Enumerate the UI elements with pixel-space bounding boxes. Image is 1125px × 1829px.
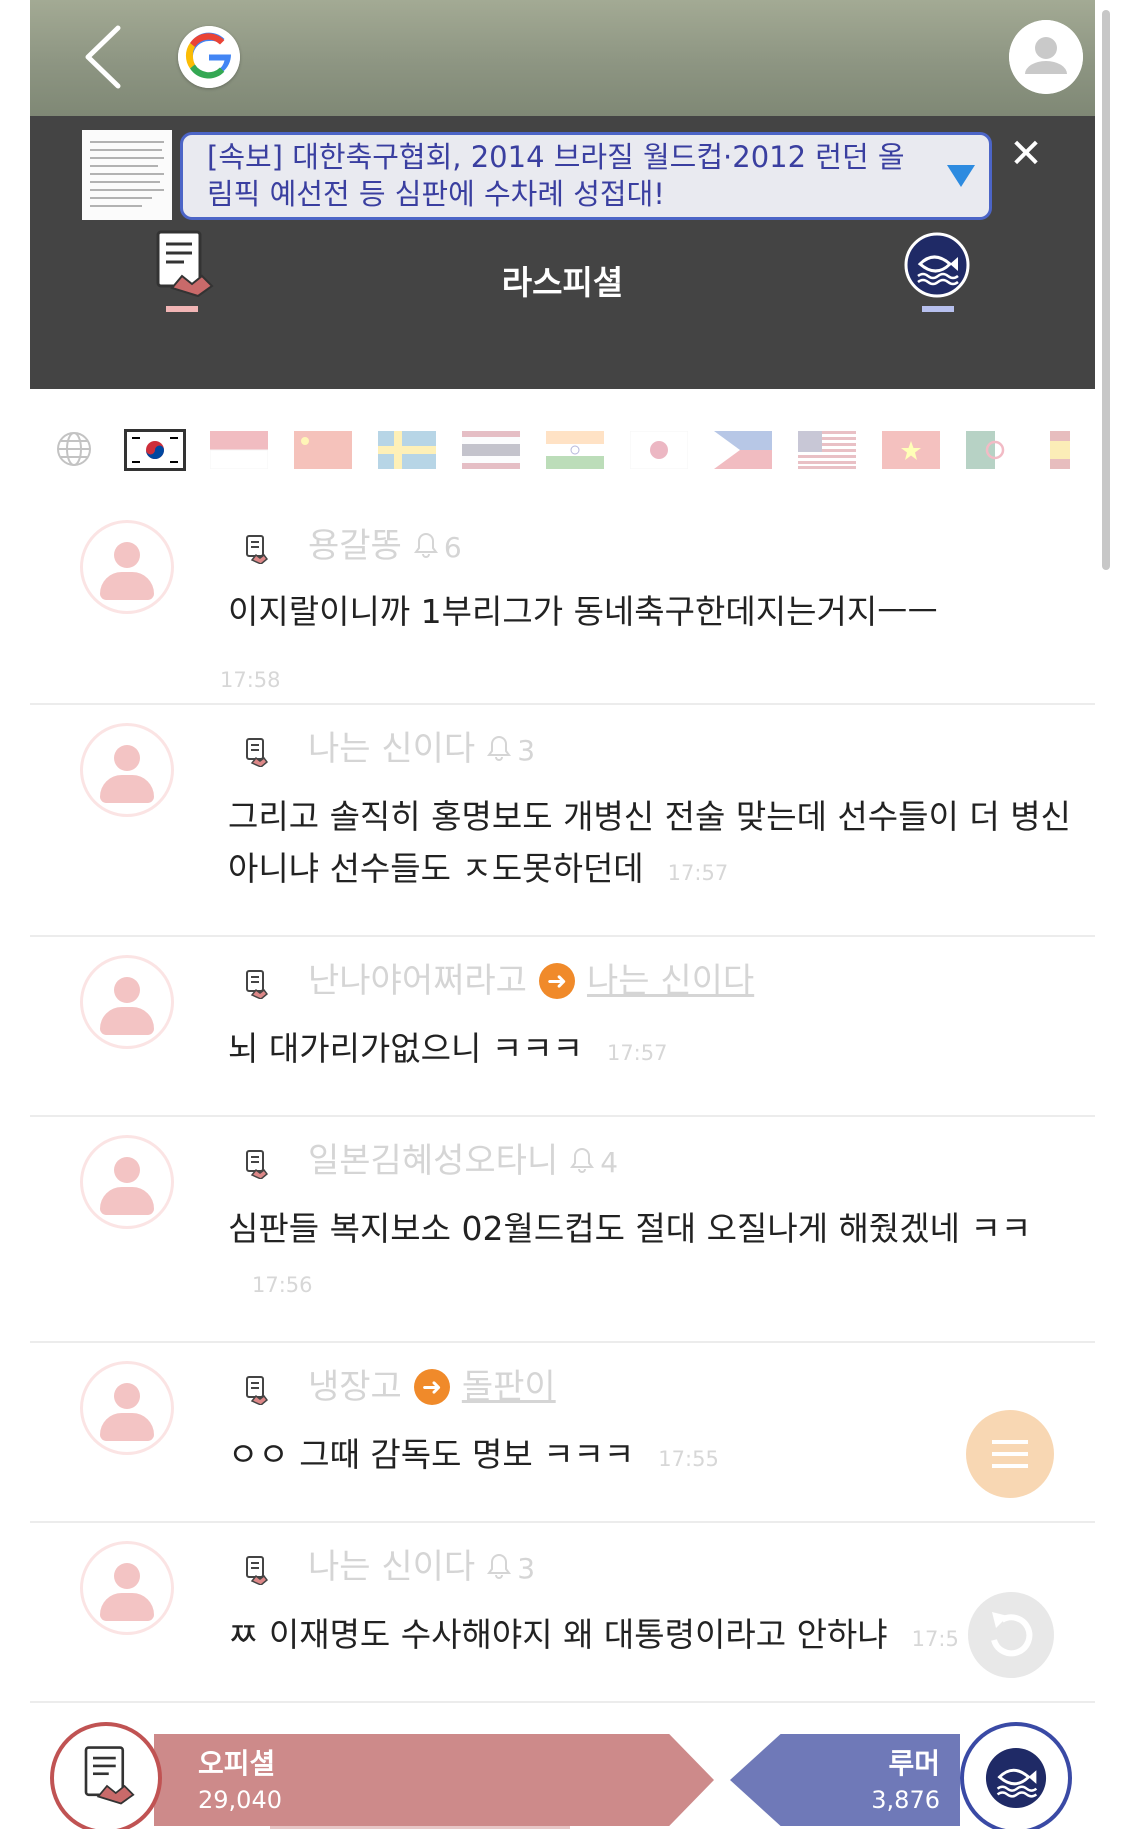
indonesia-flag-icon[interactable] xyxy=(210,431,268,469)
user-avatar[interactable] xyxy=(80,955,174,1049)
bell-icon xyxy=(487,1553,512,1579)
comment-time: 17:57 xyxy=(606,1041,668,1065)
official-indicator xyxy=(166,306,198,312)
official-count: 29,040 xyxy=(198,1786,282,1814)
comment-item: 나는 신이다 3 그리고 솔직히 홍명보도 개병신 전술 맞는데 선수들이 더 병… xyxy=(30,705,1095,937)
comment-username[interactable]: 난나야어쩌라고 ➜ 나는 신이다 xyxy=(308,959,754,1003)
comment-text: 이지랄이니까 1부리그가 동네축구한데지는거지ㅡㅡ xyxy=(228,592,938,631)
official-team-button[interactable] xyxy=(50,1722,162,1829)
close-icon[interactable]: ✕ xyxy=(1006,134,1046,174)
official-document-icon xyxy=(84,1746,135,1805)
user-avatar[interactable] xyxy=(80,1541,174,1635)
top-bar xyxy=(30,0,1095,116)
usa-flag-icon[interactable] xyxy=(798,431,856,469)
fish-rumor-icon[interactable] xyxy=(904,232,970,298)
official-badge-icon xyxy=(246,1376,268,1405)
news-thumbnail[interactable] xyxy=(82,130,172,220)
language-flags xyxy=(30,425,1095,485)
news-headline: [속보] 대한축구협회, 2014 브라질 월드컵·2012 런던 올림픽 예선… xyxy=(207,140,905,211)
bell-icon xyxy=(487,735,512,761)
bell-icon xyxy=(570,1147,595,1173)
comment-time: 17:5 xyxy=(911,1627,959,1651)
google-logo-icon[interactable] xyxy=(178,26,240,88)
comment-time: 17:55 xyxy=(658,1447,719,1471)
india-flag-icon[interactable] xyxy=(546,431,604,469)
comment-time: 17:57 xyxy=(667,861,729,885)
thailand-flag-icon[interactable] xyxy=(462,431,520,469)
dropdown-arrow-icon[interactable] xyxy=(947,165,975,187)
reply-target-user[interactable]: 나는 신이다 xyxy=(587,961,754,1001)
comment-item: 나는 신이다 3 ㅉ 이재명도 수사해야지 왜 대통령이라고 안하냐 17:5 xyxy=(30,1523,1095,1703)
memo-button[interactable] xyxy=(966,1410,1054,1498)
comment-text: 심판들 복지보소 02월드컵도 절대 오질나게 해줬겠네 ㅋㅋ17:56 xyxy=(228,1209,1032,1297)
profile-icon[interactable] xyxy=(1009,20,1083,94)
comment-username[interactable]: 나는 신이다 3 xyxy=(308,1545,535,1591)
comment-username[interactable]: 나는 신이다 3 xyxy=(308,727,535,773)
rumor-indicator xyxy=(922,306,954,312)
china-flag-icon[interactable] xyxy=(294,431,352,469)
comment-text: 뇌 대가리가없으니 ㅋㅋㅋ 17:57 xyxy=(228,1029,668,1068)
comment-text: ㅇㅇ 그때 감독도 명보 ㅋㅋㅋ 17:55 xyxy=(228,1435,719,1474)
user-avatar[interactable] xyxy=(80,520,174,614)
official-label: 오피셜 xyxy=(198,1747,276,1780)
comment-text: ㅉ 이재명도 수사해야지 왜 대통령이라고 안하냐 17:5 xyxy=(228,1615,959,1654)
news-ticker[interactable]: [속보] 대한축구협회, 2014 브라질 월드컵·2012 런던 올림픽 예선… xyxy=(180,132,992,220)
korea-flag-icon[interactable] xyxy=(124,429,186,471)
comment-username[interactable]: 일본김혜성오타니 4 xyxy=(308,1139,618,1185)
user-avatar[interactable] xyxy=(80,1361,174,1455)
official-badge-icon xyxy=(246,970,268,999)
fish-rumor-icon xyxy=(985,1747,1047,1809)
comment-time: 17:56 xyxy=(252,1273,313,1297)
philippines-flag-icon[interactable] xyxy=(714,431,772,469)
globe-icon[interactable] xyxy=(56,431,92,467)
comment-text: 그리고 솔직히 홍명보도 개병신 전술 맞는데 선수들이 더 병신아니냐 선수들… xyxy=(228,797,1071,888)
like-count: 6 xyxy=(443,531,462,564)
algeria-flag-icon[interactable] xyxy=(966,431,1024,469)
official-badge-icon xyxy=(246,535,268,564)
vote-bar: 오피셜 29,040 루머 3,876 xyxy=(30,1712,1095,1829)
comment-item: 용갈똥 6 이지랄이니까 1부리그가 동네축구한데지는거지ㅡㅡ 17:58 xyxy=(30,502,1095,705)
comment-username[interactable]: 냉장고 ➜ 돌판이 xyxy=(308,1365,556,1409)
app-frame: [속보] 대한축구협회, 2014 브라질 월드컵·2012 런던 올림픽 예선… xyxy=(30,0,1095,1829)
sweden-flag-icon[interactable] xyxy=(378,431,436,469)
like-count: 3 xyxy=(517,734,536,767)
official-badge-icon xyxy=(246,1556,268,1585)
official-badge-icon xyxy=(246,738,268,767)
refresh-button[interactable] xyxy=(968,1592,1054,1678)
memo-icon xyxy=(992,1440,1028,1444)
japan-flag-icon[interactable] xyxy=(630,431,688,469)
rumor-label: 루머 xyxy=(888,1747,940,1780)
rumor-team-button[interactable] xyxy=(960,1722,1072,1829)
back-arrow-icon[interactable] xyxy=(76,22,136,92)
spain-flag-icon[interactable] xyxy=(1050,431,1070,469)
user-avatar[interactable] xyxy=(80,1135,174,1229)
comment-item: 일본김혜성오타니 4 심판들 복지보소 02월드컵도 절대 오질나게 해줬겠네 ㅋ… xyxy=(30,1117,1095,1343)
like-count: 4 xyxy=(600,1146,619,1179)
channel-header: [속보] 대한축구협회, 2014 브라질 월드컵·2012 런던 올림픽 예선… xyxy=(30,116,1095,389)
user-avatar[interactable] xyxy=(80,723,174,817)
comment-item: 냉장고 ➜ 돌판이 ㅇㅇ 그때 감독도 명보 ㅋㅋㅋ 17:55 xyxy=(30,1343,1095,1523)
reply-arrow-icon: ➜ xyxy=(413,1369,450,1405)
comment-time: 17:58 xyxy=(220,668,281,692)
bell-icon xyxy=(413,532,438,558)
comment-item: 난나야어쩌라고 ➜ 나는 신이다 뇌 대가리가없으니 ㅋㅋㅋ 17:57 xyxy=(30,937,1095,1117)
reply-arrow-icon: ➜ xyxy=(538,963,575,999)
official-badge-icon xyxy=(246,1150,268,1179)
comment-username[interactable]: 용갈똥 6 xyxy=(308,524,462,570)
vietnam-flag-icon[interactable] xyxy=(882,431,940,469)
like-count: 3 xyxy=(517,1552,536,1585)
rumor-count: 3,876 xyxy=(871,1786,940,1814)
reply-target-user[interactable]: 돌판이 xyxy=(462,1367,556,1407)
scrollbar[interactable] xyxy=(1102,10,1110,570)
